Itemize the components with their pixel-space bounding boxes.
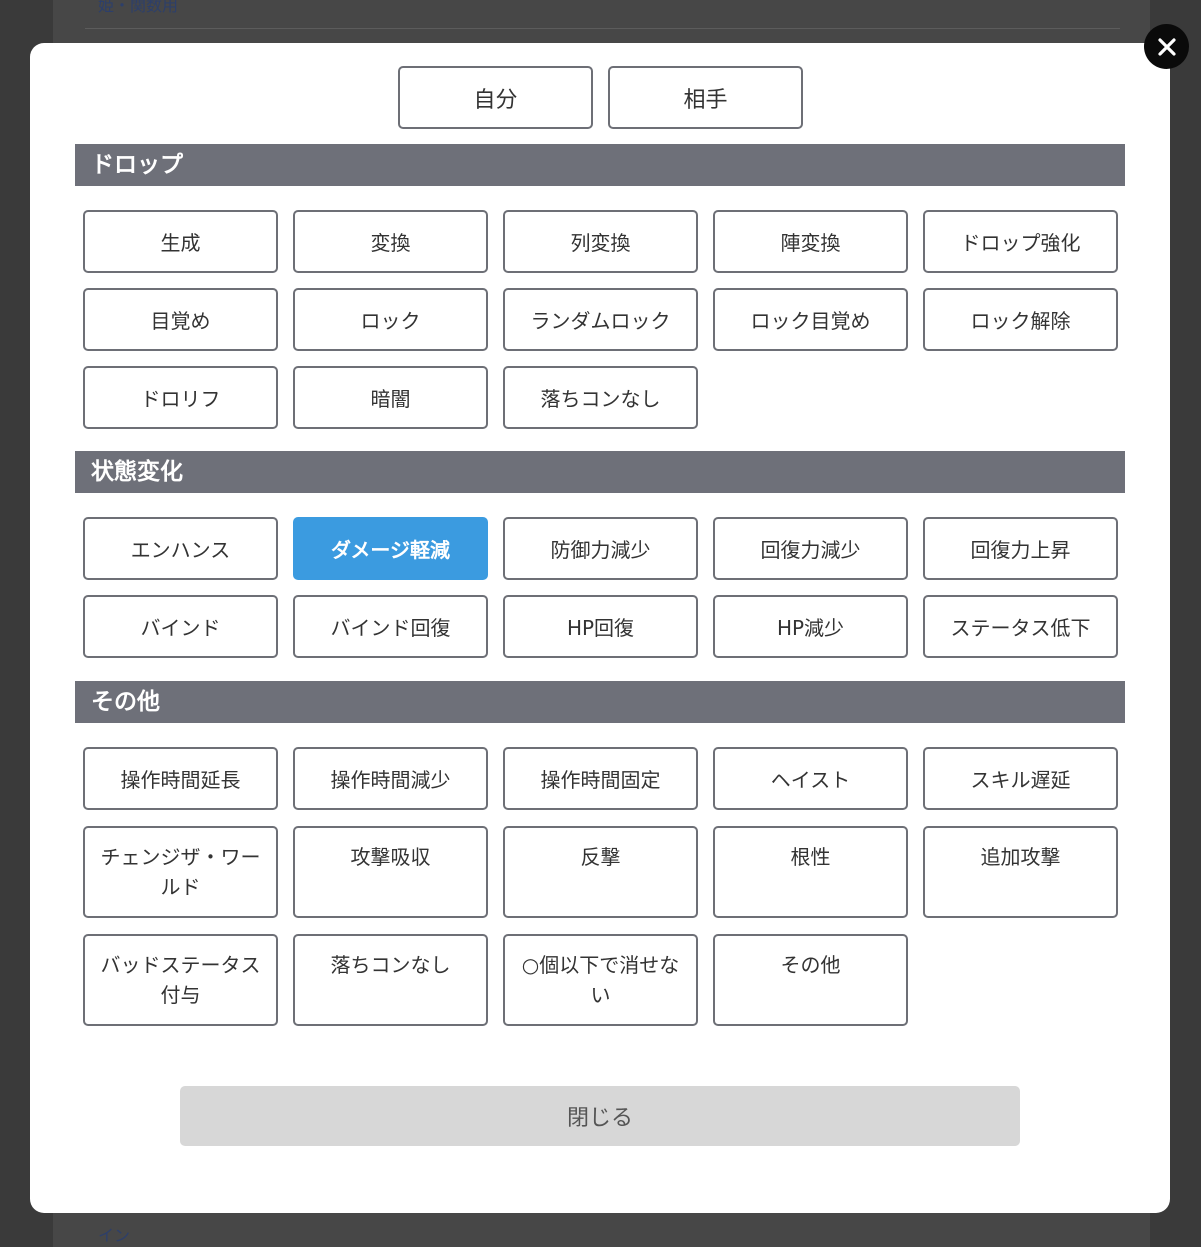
target-toggle-group: 自分 相手 [398, 66, 803, 129]
option-button[interactable]: HP減少 [713, 595, 908, 658]
option-button[interactable]: ロック [293, 288, 488, 351]
option-button[interactable]: HP回復 [503, 595, 698, 658]
option-button[interactable]: 回復力減少 [713, 517, 908, 580]
option-button[interactable]: ロック解除 [923, 288, 1118, 351]
option-button[interactable]: 根性 [713, 826, 908, 918]
option-button[interactable]: ドロップ強化 [923, 210, 1118, 273]
option-button[interactable]: 目覚め [83, 288, 278, 351]
section-grid-drop: 生成 変換 列変換 陣変換 ドロップ強化 目覚め ロック ランダムロック ロック… [83, 210, 1118, 429]
section-header-status: 状態変化 [75, 451, 1125, 493]
section-header-other: その他 [75, 681, 1125, 723]
section-grid-other: 操作時間延長 操作時間減少 操作時間固定 ヘイスト スキル遅延 チェンジザ・ワー… [83, 747, 1118, 1026]
close-icon[interactable] [1144, 24, 1189, 69]
option-button[interactable]: 落ちコンなし [503, 366, 698, 429]
option-button[interactable]: ステータス低下 [923, 595, 1118, 658]
target-opponent-button[interactable]: 相手 [608, 66, 803, 129]
background-text-top: 姫・関数用 [98, 0, 179, 15]
option-button[interactable]: バッドステータス付与 [83, 934, 278, 1026]
option-button[interactable]: バインド [83, 595, 278, 658]
option-button[interactable]: 列変換 [503, 210, 698, 273]
option-button[interactable]: スキル遅延 [923, 747, 1118, 810]
option-button[interactable]: 回復力上昇 [923, 517, 1118, 580]
option-button[interactable]: ロック目覚め [713, 288, 908, 351]
option-button[interactable]: ○個以下で消せない [503, 934, 698, 1026]
option-button[interactable]: その他 [713, 934, 908, 1026]
option-button[interactable]: 操作時間減少 [293, 747, 488, 810]
option-button[interactable]: エンハンス [83, 517, 278, 580]
option-button-selected[interactable]: ダメージ軽減 [293, 517, 488, 580]
option-button[interactable]: 操作時間固定 [503, 747, 698, 810]
option-button[interactable]: 追加攻撃 [923, 826, 1118, 918]
option-button[interactable]: ランダムロック [503, 288, 698, 351]
option-button[interactable]: 反撃 [503, 826, 698, 918]
option-button[interactable]: 操作時間延長 [83, 747, 278, 810]
background-divider [85, 28, 1120, 29]
option-button[interactable]: ヘイスト [713, 747, 908, 810]
close-modal-button[interactable]: 閉じる [180, 1086, 1020, 1146]
section-grid-status: エンハンス ダメージ軽減 防御力減少 回復力減少 回復力上昇 バインド バインド… [83, 517, 1118, 658]
option-button[interactable]: ドロリフ [83, 366, 278, 429]
option-button[interactable]: 生成 [83, 210, 278, 273]
option-button[interactable]: 落ちコンなし [293, 934, 488, 1026]
option-button[interactable]: バインド回復 [293, 595, 488, 658]
option-button[interactable]: 攻撃吸収 [293, 826, 488, 918]
option-button[interactable]: チェンジザ・ワールド [83, 826, 278, 918]
skill-filter-modal: 自分 相手 ドロップ 生成 変換 列変換 陣変換 ドロップ強化 目覚め ロック … [30, 43, 1170, 1213]
option-button[interactable]: 暗闇 [293, 366, 488, 429]
target-self-button[interactable]: 自分 [398, 66, 593, 129]
section-header-drop: ドロップ [75, 144, 1125, 186]
option-button[interactable]: 防御力減少 [503, 517, 698, 580]
option-button[interactable]: 陣変換 [713, 210, 908, 273]
background-text-bottom: イン [98, 1226, 131, 1245]
option-button[interactable]: 変換 [293, 210, 488, 273]
